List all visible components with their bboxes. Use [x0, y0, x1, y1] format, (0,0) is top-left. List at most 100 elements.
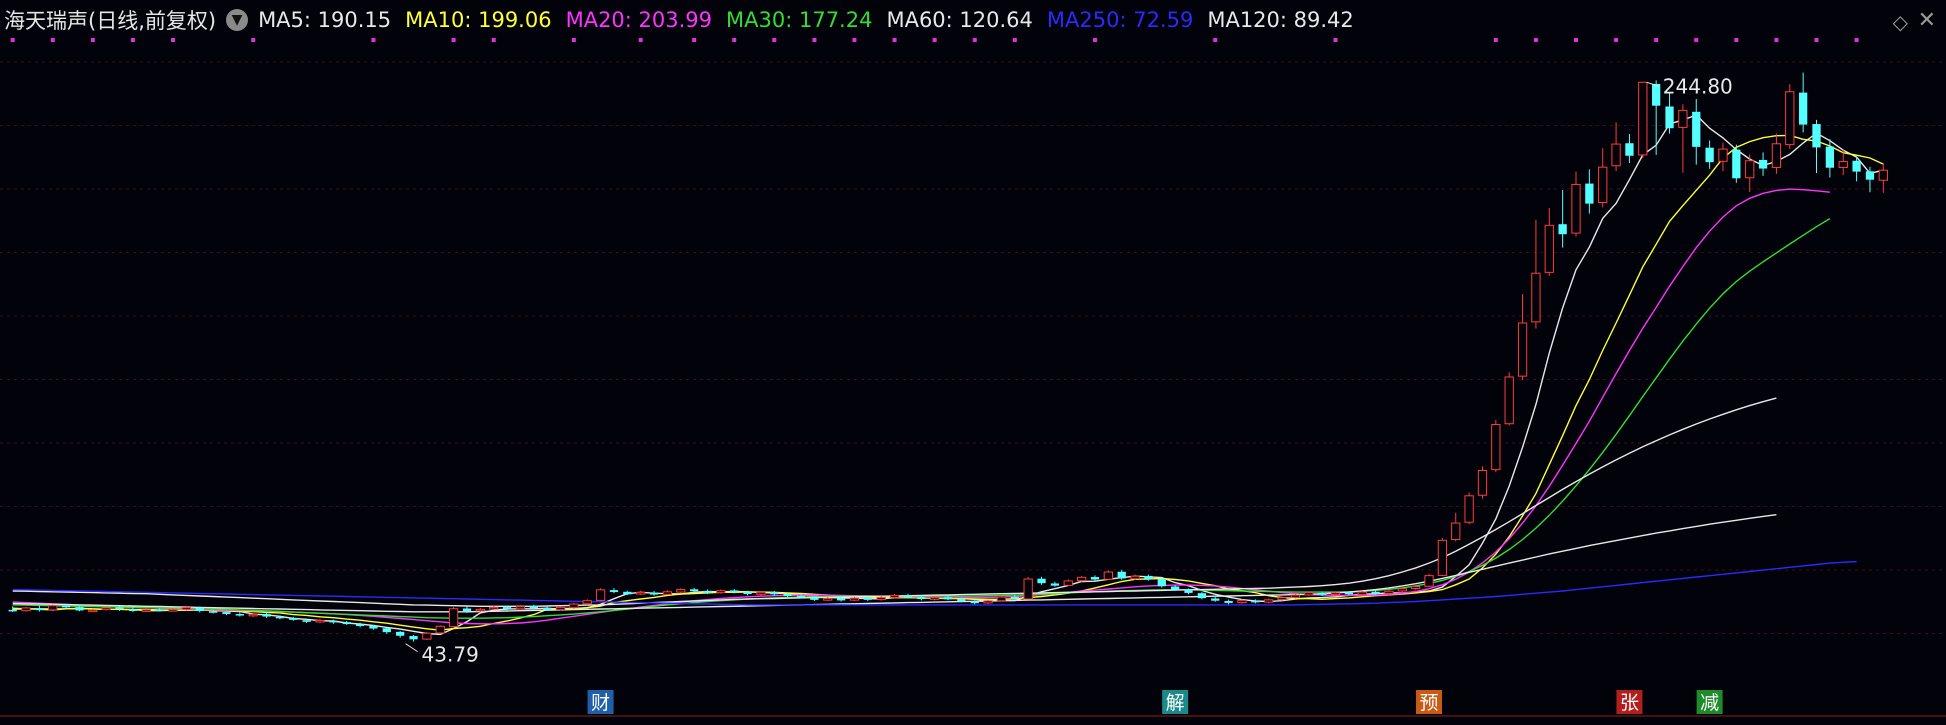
indicator-dot — [1814, 38, 1819, 42]
indicator-dot — [638, 38, 643, 42]
candle-body-up — [716, 590, 726, 594]
candle-body-down — [115, 607, 124, 610]
candle — [1718, 142, 1728, 172]
candle-body-up — [555, 606, 566, 611]
candle-body-up — [1678, 109, 1688, 128]
indicator-dot — [1493, 38, 1498, 42]
candle-body-up — [1451, 522, 1461, 540]
high-price-label: 244.80 — [1663, 74, 1733, 98]
candle-body-down — [302, 620, 311, 622]
event-marker: 张 — [1616, 690, 1643, 714]
candle — [422, 632, 432, 640]
candle — [1517, 294, 1528, 381]
candle — [1705, 140, 1714, 169]
candle-body-up — [1638, 81, 1648, 156]
candle-body-down — [289, 617, 298, 620]
candle-body-down — [1197, 593, 1207, 599]
candle-body-down — [1758, 159, 1768, 169]
candle-body-down — [970, 601, 979, 604]
candle-body-up — [1477, 469, 1488, 496]
candle-body-up — [448, 608, 459, 628]
candle — [342, 621, 351, 625]
candle-body-down — [1625, 143, 1634, 156]
candle — [595, 588, 606, 602]
candle-body-down — [783, 594, 792, 596]
candle — [1799, 72, 1808, 133]
candle-body-down — [222, 612, 231, 615]
candle — [1504, 372, 1514, 426]
candle-body-up — [662, 591, 673, 595]
candle-body-down — [1812, 124, 1821, 148]
candle — [1558, 189, 1567, 248]
indicator-dot — [1574, 38, 1578, 42]
candle — [1652, 80, 1661, 155]
candle — [582, 599, 592, 605]
indicator-dot — [1654, 38, 1659, 42]
candle-body-up — [1384, 590, 1394, 594]
candle — [983, 599, 993, 605]
candle-body-down — [836, 598, 846, 601]
indicator-dot — [892, 38, 897, 42]
candle — [101, 607, 111, 611]
candle — [1023, 577, 1033, 600]
candle — [315, 618, 325, 624]
candle — [475, 607, 485, 612]
indicator-dot — [1854, 38, 1859, 42]
candle-body-up — [1290, 594, 1301, 598]
candle — [1598, 148, 1608, 208]
candle-body-down — [1585, 183, 1594, 204]
candle — [396, 631, 405, 638]
price-annotations: 244.80 43.79 — [405, 74, 1733, 667]
indicator-dot — [1774, 38, 1779, 42]
candle-body-up — [1491, 424, 1501, 471]
candle-body-up — [1838, 161, 1848, 168]
candle — [1237, 599, 1247, 604]
candle — [1037, 576, 1046, 585]
candle-body-up — [595, 589, 606, 601]
candle — [1491, 419, 1501, 473]
candle-body-down — [863, 597, 872, 600]
candle-body-down — [730, 590, 739, 593]
candle-body-up — [489, 606, 499, 610]
candle — [1197, 592, 1207, 600]
candle-body-down — [796, 595, 806, 598]
candle-body-down — [1184, 589, 1193, 593]
candle-body-up — [569, 603, 579, 609]
candle-body-down — [1692, 111, 1701, 147]
low-pointer — [405, 643, 418, 653]
candle-body-up — [1023, 578, 1033, 600]
candle — [1477, 466, 1488, 499]
candle — [1437, 538, 1448, 577]
candle — [1692, 98, 1701, 165]
event-marker: 财 — [587, 690, 614, 714]
candle-body-up — [676, 589, 686, 593]
event-marker: 解 — [1162, 690, 1189, 714]
candle-body-down — [128, 609, 138, 611]
candle — [235, 612, 244, 617]
candle-body-up — [1130, 575, 1140, 580]
event-markers: 财解预张减 — [587, 690, 1723, 714]
candle-body-down — [1050, 583, 1060, 586]
indicator-dot — [10, 38, 15, 42]
candle-body-down — [1344, 592, 1353, 595]
candle-body-up — [1437, 539, 1448, 576]
candle — [1544, 208, 1554, 276]
candle-body-down — [529, 606, 538, 609]
candle-body-up — [422, 632, 432, 640]
candle-body-down — [1652, 83, 1661, 106]
candle-body-down — [743, 592, 752, 595]
candle — [1878, 162, 1888, 193]
candle-body-down — [943, 597, 953, 600]
candle-body-down — [1251, 600, 1260, 603]
candle — [1678, 104, 1688, 173]
candle-body-up — [1237, 599, 1247, 604]
candle-body-up — [876, 597, 886, 601]
candle — [1063, 579, 1073, 586]
candles — [8, 72, 1888, 642]
candle-body-up — [1878, 169, 1888, 181]
candle — [435, 625, 445, 635]
indicator-dot — [772, 38, 777, 42]
event-marker-label: 预 — [1420, 692, 1439, 714]
candle-body-up — [248, 613, 258, 617]
candlestick-chart: 244.80 43.79 财 解 预 张 减 — [0, 38, 1946, 717]
